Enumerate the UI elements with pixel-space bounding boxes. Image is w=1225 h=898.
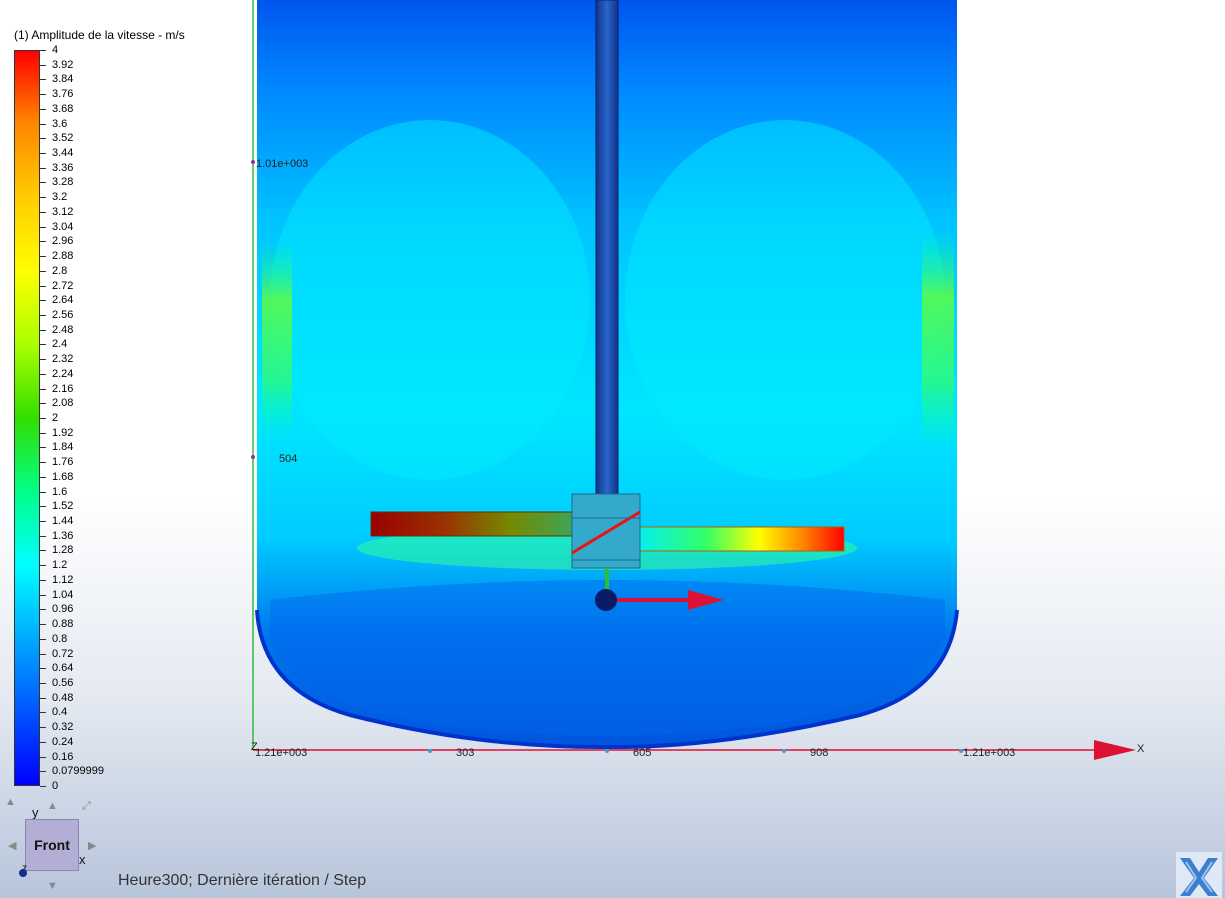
rotate-right-icon[interactable]: ▶	[88, 841, 96, 852]
rotate-up-left-icon[interactable]: ▲	[5, 797, 16, 808]
x-tick-label: 1.21e+003	[963, 747, 1015, 759]
y-tick-label: 1.01e+003	[256, 158, 308, 170]
impeller-blade-right	[631, 526, 845, 552]
rotate-up-icon[interactable]: ▲	[47, 801, 58, 812]
front-face-button[interactable]: Front	[25, 819, 79, 871]
x-tick-label: 605	[633, 747, 651, 759]
x-axis-arrow-icon	[1094, 740, 1136, 760]
brand-logo-icon	[1176, 852, 1222, 898]
local-origin-icon	[595, 589, 617, 611]
impeller-blade-left	[370, 511, 584, 537]
rotate-left-icon[interactable]: ◀	[8, 841, 16, 852]
x-axis-name: X	[1137, 743, 1145, 755]
rotate-diagonal-icon[interactable]: ⤢	[82, 801, 91, 812]
cube-origin-icon	[19, 869, 27, 877]
x-tick-label: 908	[810, 747, 828, 759]
cube-x-label: x	[79, 852, 86, 867]
view-cube[interactable]: ▲ ▲ ⤢ ◀ ▶ ▼ y Front x z	[0, 795, 110, 898]
x-tick-label: 303	[456, 747, 474, 759]
cube-y-label: y	[32, 805, 39, 820]
status-text: Heure300; Dernière itération / Step	[118, 872, 367, 889]
y-tick-label: 504	[279, 453, 297, 465]
simulation-viewport[interactable]: X Z 1.01e+003 504 1.21e+003 303 605 908 …	[0, 0, 1225, 898]
x-tick-label: 1.21e+003	[255, 747, 307, 759]
rotate-down-icon[interactable]: ▼	[47, 881, 58, 892]
impeller-shaft	[595, 0, 619, 501]
